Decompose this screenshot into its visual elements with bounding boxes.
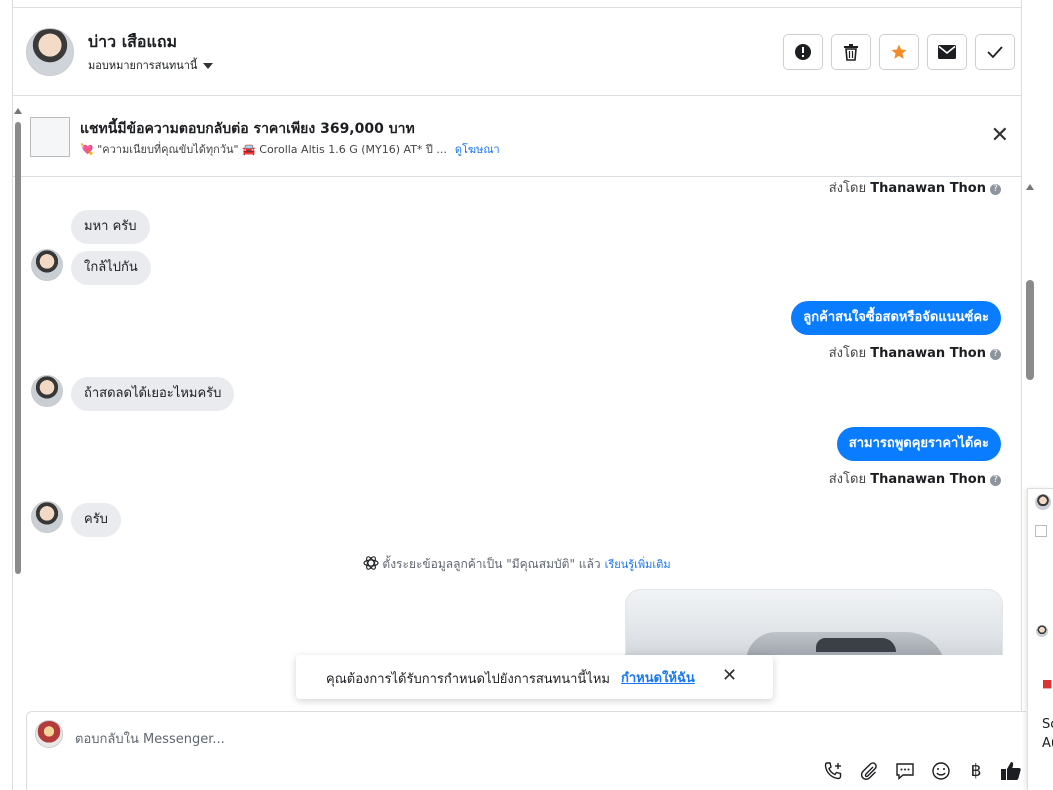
phone-plus-icon xyxy=(824,762,842,780)
mark-unread-button[interactable] xyxy=(927,34,967,70)
emoji-button[interactable] xyxy=(930,760,952,782)
page-avatar xyxy=(35,720,63,748)
system-note: ตั้งระยะข้อมูลลูกค้าเป็น "มีคุณสมบัติ" แ… xyxy=(13,555,1021,574)
help-icon[interactable]: ? xyxy=(990,184,1001,195)
sent-by-label: ส่งโดย Thanawan Thon? xyxy=(829,342,1001,363)
incoming-message[interactable]: ถ้าสดลดได้เยอะไหมครับ xyxy=(71,377,235,411)
thumbs-up-button[interactable] xyxy=(1000,760,1022,782)
conversation-header: บ่าว เสือแถม มอบหมายการสนทนานี้ xyxy=(13,8,1021,96)
ad-reply-banner: แชทนี้มีข้อความตอบกลับต่อ ราคาเพียง 369,… xyxy=(13,96,1021,177)
envelope-icon xyxy=(938,45,956,59)
scroll-up-icon[interactable] xyxy=(1026,184,1034,190)
contact-avatar-small xyxy=(31,249,63,281)
saved-replies-button[interactable] xyxy=(894,760,916,782)
star-icon xyxy=(891,44,907,59)
adjacent-panel: ■ Sc Au xyxy=(1027,488,1053,790)
reply-composer: ตอบกลับใน Messenger... ฿ xyxy=(26,711,1026,790)
assign-label: มอบหมายการสนทนานี้ xyxy=(88,59,198,72)
chat-bubble-icon xyxy=(896,763,914,781)
app-icon: ■ xyxy=(1042,677,1053,690)
message-thread[interactable]: ส่งโดย Thanawan Thon? มหา ครับ ใกล้ไปกัน… xyxy=(13,177,1021,655)
assign-dropdown[interactable]: มอบหมายการสนทนานี้ xyxy=(88,56,214,74)
close-icon[interactable]: ✕ xyxy=(722,665,737,686)
contact-avatar-small xyxy=(1036,625,1048,637)
scrollbar-thumb[interactable] xyxy=(1026,280,1034,380)
contact-avatar-small xyxy=(1035,494,1051,510)
mark-done-button[interactable] xyxy=(975,34,1015,70)
ad-description: 💘 "ความเนียบที่คุณขับได้ทุกวัน" 🚘 Coroll… xyxy=(80,143,447,156)
outgoing-message[interactable]: ลูกค้าสนใจซื้อสดหรือจัดแนนซ์คะ xyxy=(791,301,1001,335)
panel-text: Au xyxy=(1042,736,1053,751)
contact-avatar-small xyxy=(31,501,63,533)
star-button[interactable] xyxy=(879,34,919,70)
close-icon[interactable]: ✕ xyxy=(991,125,1009,147)
sent-by-label: ส่งโดย Thanawan Thon? xyxy=(829,468,1001,489)
contact-avatar[interactable] xyxy=(26,28,74,76)
sent-by-label: ส่งโดย Thanawan Thon? xyxy=(829,177,1001,198)
car-image xyxy=(746,632,946,655)
view-ad-link[interactable]: ดูโฆษณา xyxy=(455,143,500,156)
caret-down-icon xyxy=(203,63,214,69)
contact-avatar-small xyxy=(31,375,63,407)
incoming-message[interactable]: ใกล้ไปกัน xyxy=(71,251,151,285)
left-scrollbar[interactable] xyxy=(13,108,23,578)
panel-text: Sc xyxy=(1042,717,1053,732)
help-icon[interactable]: ? xyxy=(990,349,1001,360)
ad-thumbnail[interactable] xyxy=(30,117,70,157)
report-button[interactable] xyxy=(783,34,823,70)
incoming-message[interactable]: มหา ครับ xyxy=(71,210,150,244)
car-photo-attachment[interactable] xyxy=(625,589,1003,655)
assign-prompt-toast: คุณต้องการได้รับการกำหนดไปยังการสนทนานี้… xyxy=(296,655,773,699)
scrollbar-thumb[interactable] xyxy=(15,122,21,574)
call-add-button[interactable] xyxy=(822,760,844,782)
attach-button[interactable] xyxy=(858,760,880,782)
trash-icon xyxy=(844,44,858,61)
alert-icon xyxy=(795,44,811,60)
incoming-message[interactable]: ครับ xyxy=(71,503,121,537)
atom-icon xyxy=(363,556,379,570)
reply-input[interactable]: ตอบกลับใน Messenger... xyxy=(75,728,225,749)
outgoing-message[interactable]: สามารถพูดคุยราคาได้คะ xyxy=(836,427,1001,461)
assign-to-me-link[interactable]: กำหนดให้ฉัน xyxy=(621,667,695,688)
ad-subtitle: 💘 "ความเนียบที่คุณขับได้ทุกวัน" 🚘 Coroll… xyxy=(80,140,500,158)
learn-more-link[interactable]: เรียนรู้เพิ่มเติม xyxy=(605,558,671,571)
scroll-up-icon[interactable] xyxy=(14,108,22,114)
paperclip-icon xyxy=(860,762,877,780)
image-placeholder xyxy=(1035,525,1047,537)
thumbs-up-icon xyxy=(1001,762,1021,780)
contact-name[interactable]: บ่าว เสือแถม xyxy=(88,30,177,55)
smiley-icon xyxy=(932,762,950,780)
ad-title: แชทนี้มีข้อความตอบกลับต่อ ราคาเพียง 369,… xyxy=(80,121,415,137)
baht-payment-icon[interactable]: ฿ xyxy=(965,760,987,782)
check-icon xyxy=(987,46,1003,59)
system-note-text: ตั้งระยะข้อมูลลูกค้าเป็น "มีคุณสมบัติ" แ… xyxy=(382,557,601,571)
help-icon[interactable]: ? xyxy=(990,475,1001,486)
delete-button[interactable] xyxy=(831,34,871,70)
toast-text: คุณต้องการได้รับการกำหนดไปยังการสนทนานี้… xyxy=(326,672,610,687)
